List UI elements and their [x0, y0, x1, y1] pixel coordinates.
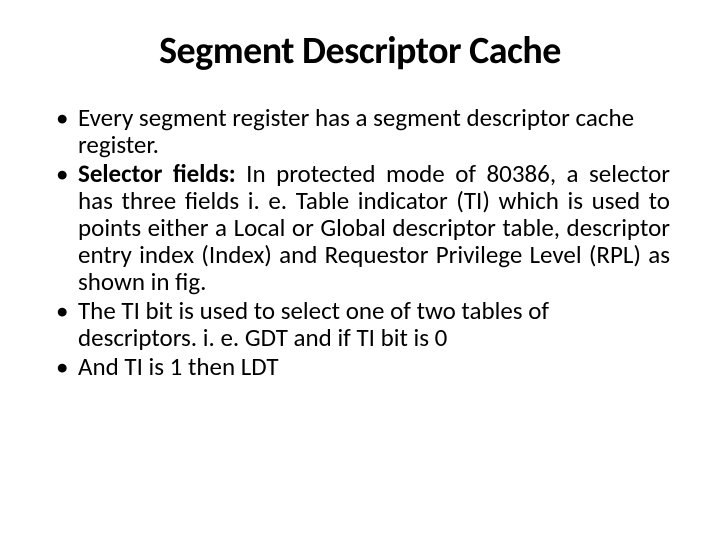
bullet-text: The TI bit is used to select one of two …: [78, 295, 549, 353]
slide: Segment Descriptor Cache Every segment r…: [0, 0, 720, 540]
list-item: The TI bit is used to select one of two …: [50, 297, 670, 351]
bullet-list: Every segment register has a segment des…: [50, 104, 670, 380]
slide-title: Segment Descriptor Cache: [50, 28, 670, 74]
list-item: Selector fields: In protected mode of 80…: [50, 160, 670, 295]
list-item: Every segment register has a segment des…: [50, 104, 670, 158]
bullet-text: Every segment register has a segment des…: [78, 102, 634, 160]
list-item: And TI is 1 then LDT: [50, 353, 670, 380]
bullet-text: And TI is 1 then LDT: [78, 351, 279, 382]
